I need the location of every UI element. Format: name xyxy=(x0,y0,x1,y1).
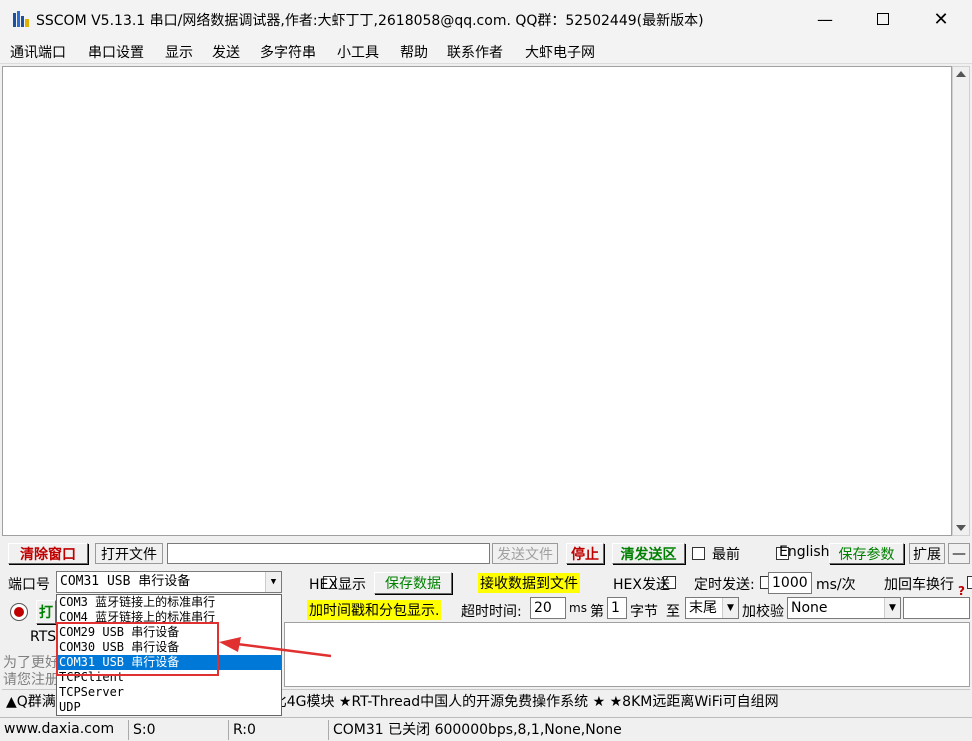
timeout-input[interactable]: 20 xyxy=(530,597,566,619)
english-label: English xyxy=(779,544,830,560)
menu-comm-port[interactable]: 通讯端口 xyxy=(10,42,66,62)
hex-display-label: HEX显示 xyxy=(309,577,366,593)
timeout-label: 超时时间: xyxy=(461,604,522,620)
save-data-button[interactable]: 保存数据 xyxy=(374,572,452,594)
end-select[interactable]: 末尾 ▼ xyxy=(685,597,739,619)
byte-label: 字节 xyxy=(630,604,658,620)
nth-label: 第 xyxy=(590,604,604,620)
timeout-unit-label: ms xyxy=(569,601,587,615)
menu-daxia-site[interactable]: 大虾电子网 xyxy=(525,42,595,62)
menu-bar: 通讯端口 串口设置 显示 发送 多字符串 小工具 帮助 联系作者 大虾电子网 xyxy=(0,38,972,64)
port-status-indicator-icon xyxy=(10,603,28,621)
menu-tools[interactable]: 小工具 xyxy=(337,42,379,62)
ticker-text: 比4G模块 ★RT-Thread中国人的开源免费操作系统 ★ ★8KM远距离Wi… xyxy=(272,694,779,710)
topmost-checkbox[interactable] xyxy=(692,547,705,560)
open-file-button[interactable]: 打开文件 xyxy=(95,543,163,564)
maximize-icon xyxy=(877,13,889,25)
add-crlf-label: 加回车换行 xyxy=(884,577,954,593)
minimize-button[interactable]: — xyxy=(796,0,854,38)
menu-display[interactable]: 显示 xyxy=(165,42,193,62)
receive-scrollbar[interactable] xyxy=(952,66,970,536)
add-crlf-checkbox[interactable] xyxy=(966,576,972,589)
stop-button[interactable]: 停止 xyxy=(566,543,604,564)
port-option-com3[interactable]: COM3 蓝牙链接上的标准串行 xyxy=(57,595,281,610)
interval-unit-label: ms/次 xyxy=(816,577,856,593)
ticker-prefix: ▲Q群满 xyxy=(6,694,56,710)
status-received-count: R:0 xyxy=(228,720,328,740)
scroll-up-icon[interactable] xyxy=(956,71,966,77)
status-bar: www.daxia.com S:0 R:0 COM31 已关闭 600000bp… xyxy=(0,717,972,741)
clear-window-button[interactable]: 清除窗口 xyxy=(8,543,88,564)
port-option-udp[interactable]: UDP xyxy=(57,700,281,715)
menu-multi-string[interactable]: 多字符串 xyxy=(260,42,316,62)
chevron-down-icon[interactable]: ▼ xyxy=(884,598,900,618)
nth-input[interactable]: 1 xyxy=(607,597,627,619)
checksum-extra-field[interactable] xyxy=(903,597,970,619)
app-icon xyxy=(13,11,29,27)
timed-send-label: 定时发送: xyxy=(694,577,755,593)
receive-area[interactable] xyxy=(2,66,952,536)
clear-send-button[interactable]: 清发送区 xyxy=(612,543,685,564)
end-select-value: 末尾 xyxy=(689,600,717,616)
recv-to-file-label: 接收数据到文件 xyxy=(478,573,580,593)
expand-button[interactable]: 扩展 xyxy=(909,543,945,564)
chevron-down-icon[interactable]: ▼ xyxy=(722,598,738,618)
rts-label: RTS xyxy=(30,629,57,645)
port-label: 端口号 xyxy=(8,577,50,593)
port-selected-value: COM31 USB 串行设备 xyxy=(60,574,191,589)
window-title: SSCOM V5.13.1 串口/网络数据调试器,作者:大虾丁丁,2618058… xyxy=(36,13,704,29)
checksum-select[interactable]: None ▼ xyxy=(787,597,901,619)
maximize-button[interactable] xyxy=(854,0,912,38)
to-label: 至 xyxy=(666,604,680,620)
promo-line-2: 请您注册 xyxy=(3,672,59,688)
save-params-button[interactable]: 保存参数 xyxy=(829,543,904,564)
send-text-area[interactable] xyxy=(284,622,970,687)
menu-contact[interactable]: 联系作者 xyxy=(447,42,503,62)
collapse-button[interactable]: — xyxy=(948,543,970,564)
topmost-label: 最前 xyxy=(712,547,740,563)
chevron-down-icon[interactable]: ▼ xyxy=(265,572,281,592)
checksum-label: 加校验 xyxy=(742,604,784,620)
help-icon[interactable]: ? xyxy=(958,584,965,598)
scroll-down-icon[interactable] xyxy=(956,525,966,531)
close-button[interactable]: ✕ xyxy=(912,0,970,38)
menu-serial-settings[interactable]: 串口设置 xyxy=(88,42,144,62)
annotation-highlight-box xyxy=(56,622,219,676)
port-select[interactable]: COM31 USB 串行设备 ▼ xyxy=(56,571,282,593)
close-icon: ✕ xyxy=(933,8,949,30)
annotation-arrow-icon xyxy=(219,637,332,658)
send-file-button[interactable]: 发送文件 xyxy=(492,543,558,564)
status-site-link[interactable]: www.daxia.com xyxy=(4,721,114,737)
open-port-button[interactable]: 打 xyxy=(36,600,56,624)
timestamp-label: 加时间戳和分包显示. xyxy=(307,600,442,620)
hex-send-label: HEX发送 xyxy=(613,577,670,593)
interval-input[interactable]: 1000 xyxy=(768,572,812,594)
menu-send[interactable]: 发送 xyxy=(212,42,240,62)
minimize-icon: — xyxy=(817,9,833,29)
checksum-select-value: None xyxy=(791,600,828,616)
title-bar: SSCOM V5.13.1 串口/网络数据调试器,作者:大虾丁丁,2618058… xyxy=(0,0,972,38)
status-sent-count: S:0 xyxy=(128,720,228,740)
status-port-info: COM31 已关闭 600000bps,8,1,None,None xyxy=(328,720,970,740)
menu-help[interactable]: 帮助 xyxy=(400,42,428,62)
file-path-input[interactable] xyxy=(167,543,490,564)
port-option-tcpserver[interactable]: TCPServer xyxy=(57,685,281,700)
